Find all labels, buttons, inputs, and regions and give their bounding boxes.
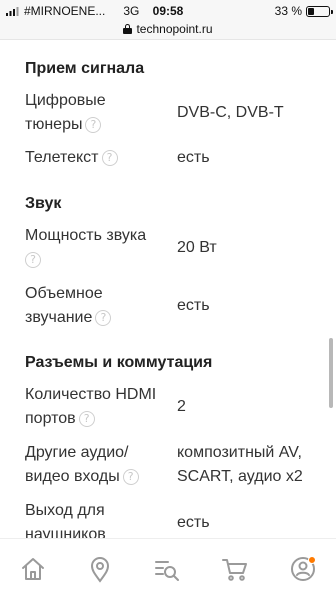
spec-row-tuners: Цифровые тюнеры? DVB-C, DVB-T <box>25 89 315 143</box>
location-pin-icon <box>90 557 110 583</box>
section-title-signal: Прием сигнала <box>25 60 145 77</box>
spec-value-line: SCART, аудио x2 <box>177 468 303 485</box>
bottom-nav <box>0 538 336 597</box>
spec-label: Цифровые тюнеры? <box>25 89 165 137</box>
nav-cart[interactable] <box>220 554 250 584</box>
spec-value: есть <box>177 514 210 531</box>
spec-value: есть <box>177 297 210 314</box>
lock-icon <box>123 23 133 34</box>
spec-label-line: Объемное <box>25 285 103 302</box>
nav-home[interactable] <box>18 554 48 584</box>
cart-icon <box>222 559 247 581</box>
help-icon[interactable]: ? <box>25 251 41 268</box>
spec-label-line: Цифровые <box>25 92 106 109</box>
spec-label-line: звучание <box>25 309 93 326</box>
catalog-search-icon <box>155 561 179 581</box>
spec-row-sound-power: Мощность звука ? 20 Вт <box>25 224 315 278</box>
spec-label-line: Выход для <box>25 502 105 519</box>
spec-row-surround: Объемное звучание? есть <box>25 282 315 336</box>
spec-row-av-inputs: Другие аудио/ видео входы? композитный A… <box>25 441 315 495</box>
battery-icon <box>306 5 333 17</box>
nav-profile[interactable] <box>288 554 318 584</box>
spec-label-line: тюнеры <box>25 116 83 133</box>
spec-row-hdmi: Количество HDMI портов? 2 <box>25 383 315 437</box>
section-title-connectors: Разъемы и коммутация <box>25 354 213 371</box>
spec-label-line: Телетекст <box>25 149 99 166</box>
spec-label-line: портов <box>25 410 76 427</box>
screen: #MIRNOENE... 3G 09:58 33 % technopoint.r… <box>0 0 336 597</box>
spec-label: Телетекст? <box>25 146 165 170</box>
spec-label: Мощность звука ? <box>25 224 165 272</box>
spec-label: Другие аудио/ видео входы? <box>25 441 165 489</box>
spec-label-line: видео входы <box>25 468 120 485</box>
scrollbar[interactable] <box>329 338 333 408</box>
url-text[interactable]: technopoint.ru <box>136 22 212 36</box>
help-icon[interactable]: ? <box>78 410 95 427</box>
help-icon[interactable]: ? <box>101 149 118 166</box>
nav-catalog[interactable] <box>152 554 182 584</box>
battery-status: 33 % <box>274 4 333 18</box>
spec-value: 2 <box>177 398 186 415</box>
spec-label: Количество HDMI портов? <box>25 383 165 431</box>
spec-label-line: Мощность звука <box>25 227 147 244</box>
spec-label-line: Другие аудио/ <box>25 444 129 461</box>
specs-content[interactable]: Прием сигнала Цифровые тюнеры? DVB-C, DV… <box>0 40 336 538</box>
spec-value: DVB-C, DVB-T <box>177 104 284 121</box>
spec-value-line: композитный AV, <box>177 444 302 461</box>
spec-label: Выход для наушников <box>25 499 165 538</box>
spec-row-headphones: Выход для наушников есть <box>25 499 315 538</box>
spec-label-line: наушников <box>25 526 106 538</box>
nav-shops[interactable] <box>85 554 115 584</box>
spec-label-line: Количество HDMI <box>25 386 157 403</box>
help-icon[interactable]: ? <box>122 468 139 485</box>
section-title-sound: Звук <box>25 195 62 212</box>
profile-icon <box>291 556 316 581</box>
spec-value: композитный AV, SCART, аудио x2 <box>177 441 327 489</box>
spec-row-teletext: Телетекст? есть <box>25 146 315 172</box>
spec-value: есть <box>177 149 210 166</box>
battery-percent: 33 % <box>274 4 302 18</box>
spec-label: Объемное звучание? <box>25 282 165 330</box>
url-bar[interactable]: technopoint.ru <box>0 18 336 40</box>
home-icon <box>22 558 44 580</box>
help-icon[interactable]: ? <box>95 309 112 326</box>
help-icon[interactable]: ? <box>85 116 102 133</box>
spec-value: 20 Вт <box>177 239 217 256</box>
